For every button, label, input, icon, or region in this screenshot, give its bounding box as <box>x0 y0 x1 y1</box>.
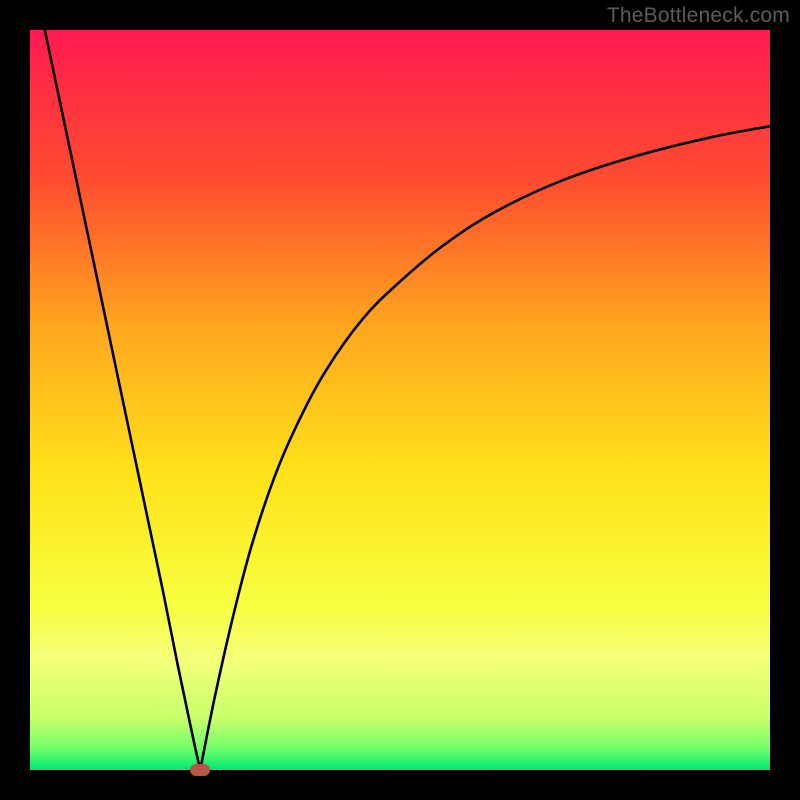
plot-area <box>30 30 770 770</box>
curve-layer <box>30 30 770 770</box>
chart-frame: TheBottleneck.com <box>0 0 800 800</box>
bottleneck-curve <box>45 30 770 770</box>
optimum-marker <box>190 764 210 776</box>
watermark-text: TheBottleneck.com <box>607 4 790 28</box>
